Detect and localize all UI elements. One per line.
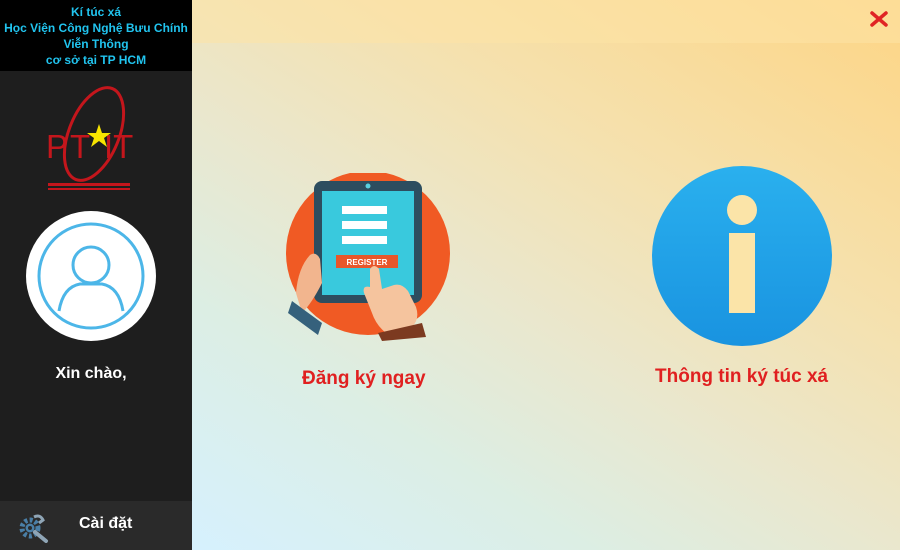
greeting-text: Xin chào,: [55, 365, 127, 382]
settings-button[interactable]: Cài đặt: [0, 501, 192, 550]
header-line-3: Viễn Thông: [63, 37, 129, 51]
info-circle-icon[interactable]: [652, 165, 832, 347]
settings-label: Cài đặt: [79, 515, 133, 532]
gear-wrench-icon[interactable]: [17, 511, 49, 543]
register-now-label: Đăng ký ngay: [302, 368, 426, 389]
sidebar-header: Kí túc xá Học Viện Công Nghệ Bưu Chính V…: [0, 0, 192, 71]
close-x-icon[interactable]: [869, 10, 889, 28]
main-panel: REGISTER Đăng ký ngay Thông tin ký túc x…: [192, 0, 900, 550]
logo-text-t: T: [70, 128, 90, 165]
register-now-button[interactable]: REGISTER Đăng ký ngay: [282, 165, 472, 400]
ptit-logo-icon: P T IT: [42, 80, 138, 195]
header-line-2: Học Viện Công Nghệ Bưu Chính: [4, 21, 188, 35]
sidebar: Kí túc xá Học Viện Công Nghệ Bưu Chính V…: [0, 0, 192, 550]
title-bar: [192, 0, 900, 43]
logo-text-p: P: [46, 128, 68, 165]
tablet-register-icon[interactable]: REGISTER: [282, 171, 462, 341]
dorm-info-label: Thông tin ký túc xá: [655, 366, 829, 387]
dorm-info-button[interactable]: Thông tin ký túc xá: [632, 165, 900, 400]
header-line-4: cơ sở tại TP HCM: [45, 53, 147, 67]
header-line-1: Kí túc xá: [70, 5, 121, 19]
register-screen-button: REGISTER: [347, 258, 388, 267]
user-avatar-icon: [26, 211, 156, 341]
